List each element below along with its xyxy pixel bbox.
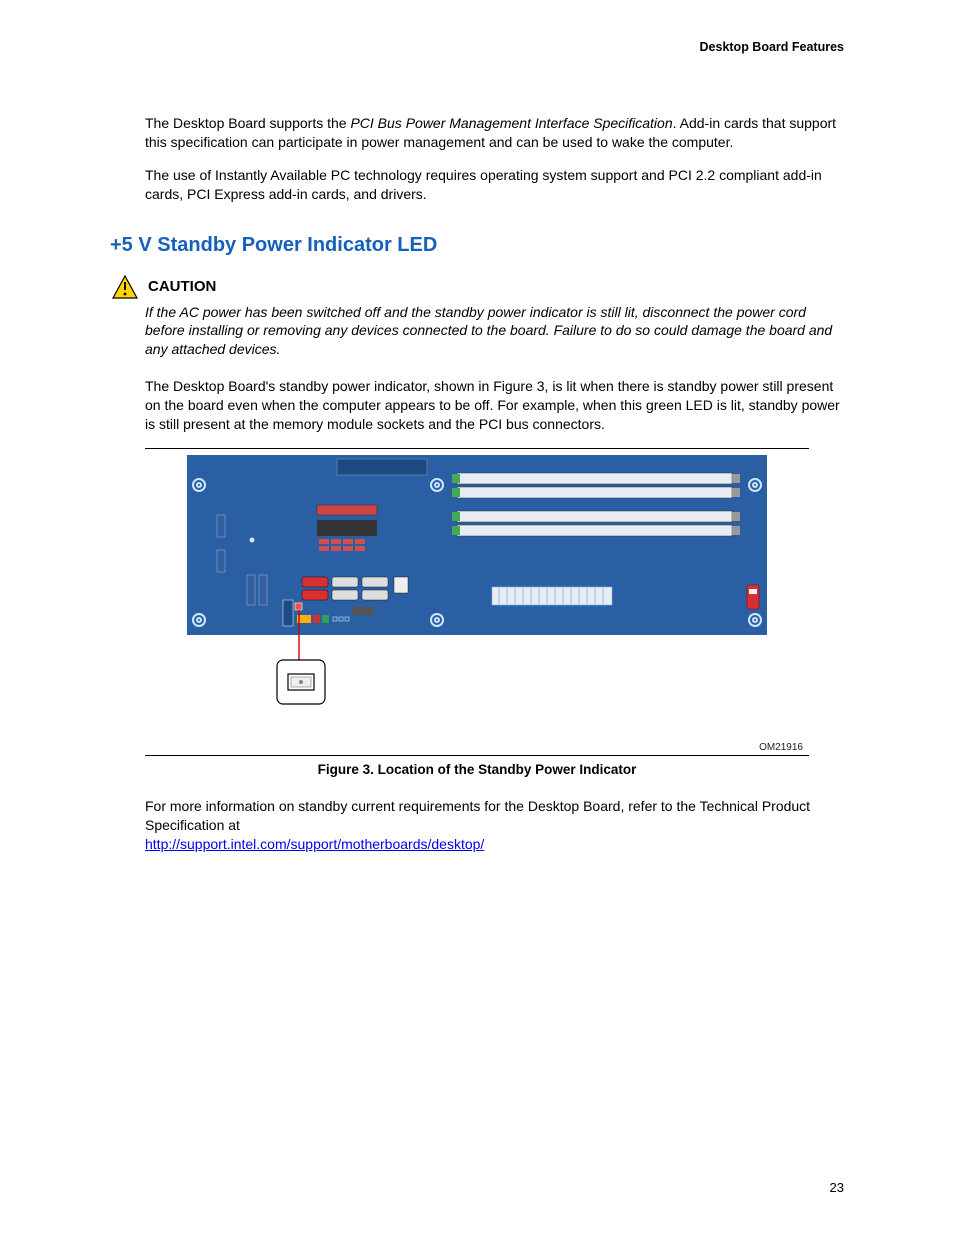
figure-container: OM21916: [145, 448, 809, 756]
section-heading: +5 V Standby Power Indicator LED: [110, 234, 844, 257]
p1-text-a: The Desktop Board supports the: [145, 115, 350, 131]
page-number: 23: [830, 1180, 844, 1195]
closing-paragraph: For more information on standby current …: [145, 797, 844, 854]
p1-spec-name: PCI Bus Power Management Interface Speci…: [350, 115, 672, 131]
caution-text: If the AC power has been switched off an…: [145, 303, 844, 360]
caution-header: CAUTION: [110, 275, 844, 299]
paragraph-1: The Desktop Board supports the PCI Bus P…: [145, 114, 844, 152]
header-section-title: Desktop Board Features: [110, 40, 844, 54]
closing-text: For more information on standby current …: [145, 798, 810, 833]
board-illustration: [145, 455, 809, 738]
paragraph-3: The Desktop Board's standby power indica…: [145, 377, 844, 434]
figure-reference-id: OM21916: [145, 742, 809, 753]
figure-caption: Figure 3. Location of the Standby Power …: [110, 762, 844, 777]
paragraph-2: The use of Instantly Available PC techno…: [145, 166, 844, 204]
caution-label: CAUTION: [148, 278, 216, 295]
support-link[interactable]: http://support.intel.com/support/motherb…: [145, 836, 484, 852]
caution-icon: [112, 275, 138, 299]
